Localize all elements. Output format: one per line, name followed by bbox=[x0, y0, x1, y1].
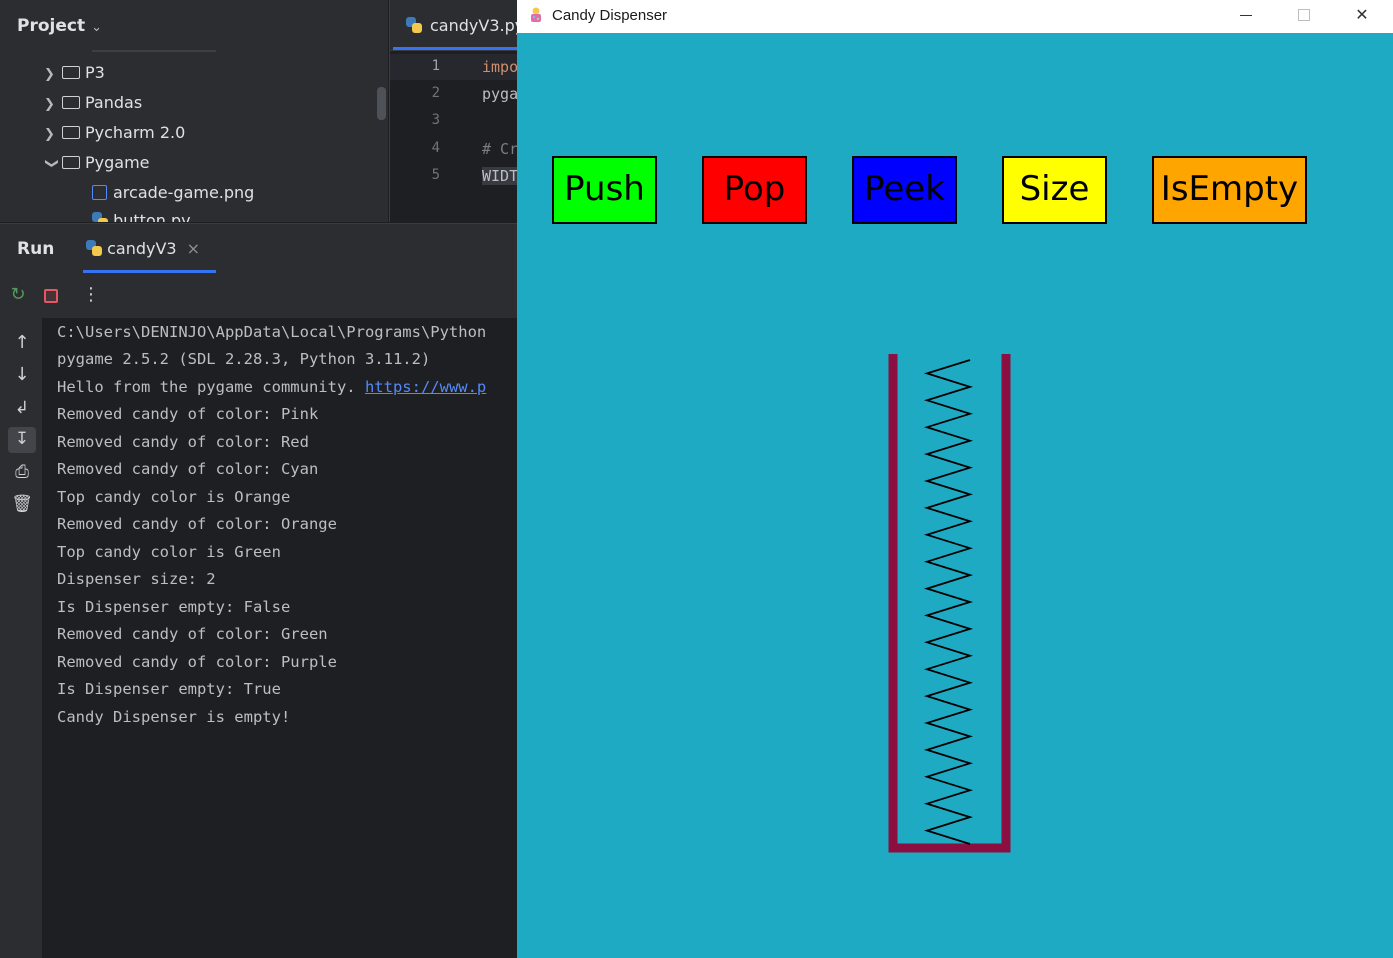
tree-item-pycharm[interactable]: ❯ Pycharm 2.0 bbox=[44, 118, 185, 148]
run-tab[interactable]: candyV3 × bbox=[86, 239, 200, 258]
minimize-icon bbox=[1240, 15, 1252, 16]
soft-wrap-icon[interactable]: ↲ bbox=[11, 398, 33, 418]
tree-item-label: Pycharm 2.0 bbox=[85, 123, 186, 142]
run-panel-header: Run candyV3 × bbox=[0, 223, 517, 275]
arrow-down-icon[interactable]: ↓ bbox=[11, 364, 33, 385]
code-line: WIDT bbox=[482, 167, 517, 185]
more-options-icon[interactable]: ⋮ bbox=[80, 284, 102, 305]
console-line-hello: Hello from the pygame community. https:/… bbox=[57, 374, 486, 401]
project-panel: Project ⌄ ❯ P3 ❯ Pandas ❯ Pycharm 2.0 ❯ Pygam… bbox=[0, 0, 388, 222]
console-line: Is Dispenser empty: True bbox=[57, 680, 281, 698]
console-line: Top candy color is Green bbox=[57, 543, 281, 561]
tree-item-label: arcade-game.png bbox=[113, 183, 255, 202]
chevron-right-icon[interactable]: ❯ bbox=[44, 60, 62, 90]
code-line: # Cr bbox=[482, 140, 517, 158]
folder-icon bbox=[62, 66, 80, 79]
console-line: Removed candy of color: Purple bbox=[57, 653, 337, 671]
console-link[interactable]: https://www.p bbox=[365, 378, 486, 396]
stop-icon[interactable] bbox=[44, 289, 58, 303]
spring bbox=[923, 359, 974, 845]
run-title[interactable]: Run bbox=[17, 239, 54, 259]
maximize-icon bbox=[1298, 9, 1310, 21]
window-title: Candy Dispenser bbox=[552, 7, 668, 24]
folder-icon bbox=[62, 96, 80, 109]
python-file-icon bbox=[86, 240, 102, 256]
tree-item-label: P3 bbox=[85, 63, 105, 82]
run-tab-label: candyV3 bbox=[107, 239, 177, 258]
console-line: Removed candy of color: Red bbox=[57, 433, 309, 451]
project-header[interactable]: Project ⌄ bbox=[17, 16, 102, 36]
close-button[interactable]: ✕ bbox=[1333, 0, 1391, 33]
image-file-icon bbox=[92, 185, 107, 200]
chevron-down-icon[interactable]: ⌄ bbox=[91, 20, 102, 35]
console-line: pygame 2.5.2 (SDL 2.28.3, Python 3.11.2) bbox=[57, 350, 431, 368]
console-line: Removed candy of color: Orange bbox=[57, 515, 337, 533]
close-icon[interactable]: × bbox=[187, 239, 200, 258]
folder-icon bbox=[62, 126, 80, 139]
console-line: Candy Dispenser is empty! bbox=[57, 708, 291, 726]
python-file-icon bbox=[92, 212, 108, 222]
active-tab-indicator bbox=[83, 270, 216, 273]
chevron-right-icon[interactable]: ❯ bbox=[44, 90, 62, 120]
ide-window: Project ⌄ ❯ P3 ❯ Pandas ❯ Pycharm 2.0 ❯ Pygam… bbox=[0, 0, 517, 958]
line-number: 3 bbox=[431, 112, 440, 128]
console-line: Removed candy of color: Green bbox=[57, 625, 328, 643]
python-file-icon bbox=[406, 17, 422, 33]
editor-tab-label: candyV3.py bbox=[430, 16, 517, 35]
dispenser-graphic bbox=[888, 354, 1011, 853]
folder-icon bbox=[62, 156, 80, 169]
tree-divider bbox=[92, 50, 216, 52]
line-number: 4 bbox=[431, 140, 440, 156]
line-number: 1 bbox=[431, 58, 440, 74]
trash-icon[interactable]: 🗑 bbox=[11, 494, 33, 514]
tree-item-pandas[interactable]: ❯ Pandas bbox=[44, 88, 142, 118]
rerun-icon[interactable]: ↻ bbox=[7, 284, 29, 305]
code-line: pyga bbox=[482, 85, 517, 103]
tree-item-p3[interactable]: ❯ P3 bbox=[44, 58, 105, 88]
maximize-button[interactable] bbox=[1274, 0, 1332, 33]
run-toolbar: ↻ ⋮ bbox=[0, 274, 517, 318]
tree-item-arcade-game[interactable]: arcade-game.png bbox=[92, 178, 254, 208]
tree-scrollbar[interactable] bbox=[377, 87, 386, 120]
print-icon[interactable]: ⎙ bbox=[11, 462, 33, 482]
tree-item-label: button.py bbox=[113, 211, 191, 222]
close-icon: ✕ bbox=[1355, 5, 1369, 24]
scroll-to-end-icon[interactable]: ↧ bbox=[11, 429, 33, 449]
tree-item-button-py[interactable]: button.py bbox=[92, 206, 191, 222]
minimize-button[interactable] bbox=[1216, 0, 1274, 33]
console-line: Top candy color is Orange bbox=[57, 488, 291, 506]
console-text: Hello from the pygame community. bbox=[57, 378, 365, 396]
console-line: Is Dispenser empty: False bbox=[57, 598, 291, 616]
editor-tab[interactable]: candyV3.py bbox=[390, 0, 517, 51]
title-bar[interactable]: Candy Dispenser ✕ bbox=[517, 0, 1393, 33]
line-number: 2 bbox=[431, 85, 440, 101]
console-line: Removed candy of color: Cyan bbox=[57, 460, 319, 478]
dispenser-container bbox=[888, 354, 1011, 853]
arrow-up-icon[interactable]: ↑ bbox=[11, 332, 33, 353]
pygame-app-icon bbox=[531, 7, 541, 22]
code-editor[interactable]: candyV3.py 1 2 3 4 5 impo pyga # Cr WIDT bbox=[389, 0, 517, 222]
tree-item-label: Pygame bbox=[85, 153, 150, 172]
active-tab-indicator bbox=[393, 47, 517, 50]
tree-item-label: Pandas bbox=[85, 93, 143, 112]
console-line: C:\Users\DENINJO\AppData\Local\Programs\… bbox=[57, 323, 487, 341]
line-number: 5 bbox=[431, 167, 440, 183]
console-line: Dispenser size: 2 bbox=[57, 570, 216, 588]
code-line: impo bbox=[482, 58, 517, 76]
candy-dispenser-window[interactable]: Candy Dispenser ✕ Push Pop Peek Size IsE… bbox=[517, 0, 1393, 958]
console-line: Removed candy of color: Pink bbox=[57, 405, 319, 423]
project-title: Project bbox=[17, 16, 86, 36]
chevron-right-icon[interactable]: ❯ bbox=[44, 120, 62, 150]
tree-item-pygame[interactable]: ❯ Pygame bbox=[44, 148, 150, 178]
